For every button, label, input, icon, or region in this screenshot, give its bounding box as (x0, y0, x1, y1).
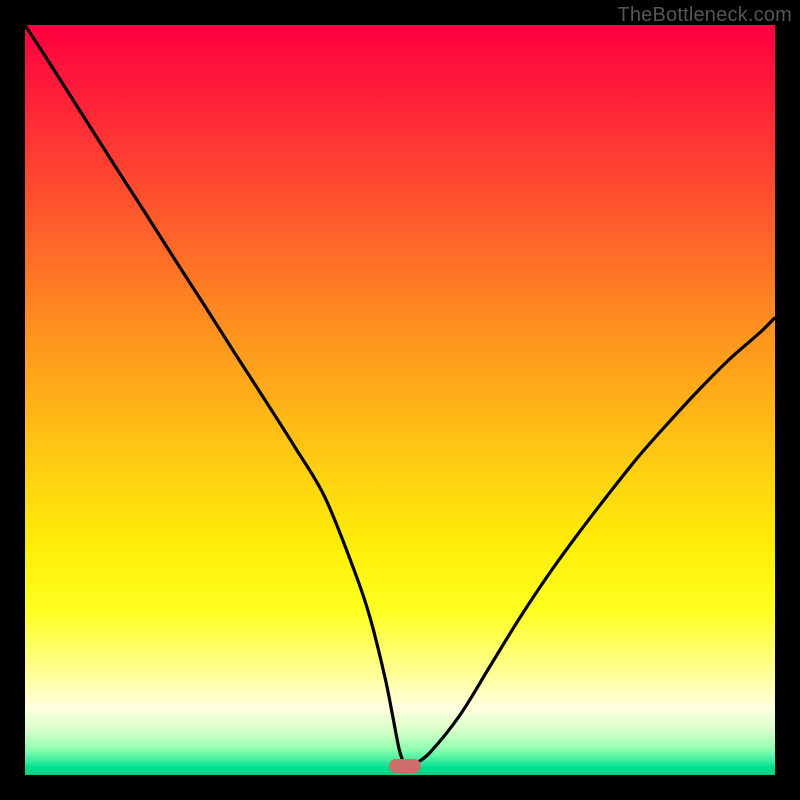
watermark-text: TheBottleneck.com (617, 4, 792, 27)
bottleneck-curve-line (25, 25, 775, 768)
plot-area (25, 25, 775, 775)
bottleneck-marker (389, 759, 421, 773)
curve-svg (25, 25, 775, 775)
bottleneck-chart: TheBottleneck.com (0, 0, 800, 800)
